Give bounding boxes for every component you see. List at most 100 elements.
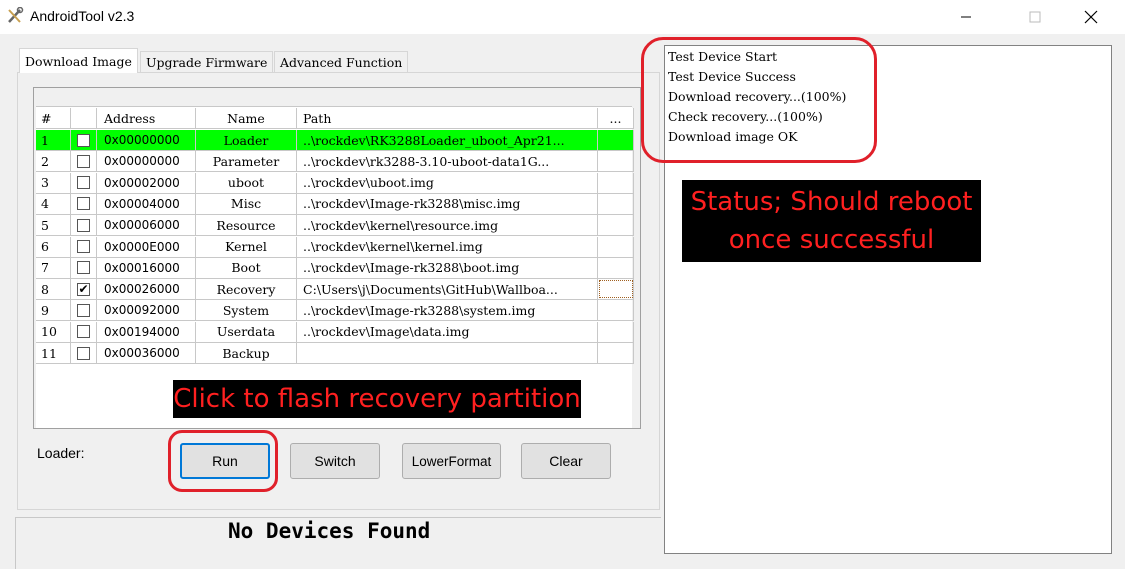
table-header: # Address Name Path ...: [36, 108, 634, 129]
table-row[interactable]: 2 0x00000000 Parameter ..\rockdev\rk3288-3.…: [36, 151, 634, 173]
row-number: 8: [36, 279, 71, 301]
table-row[interactable]: 4 0x00004000 Misc ..\rockdev\Image-rk3288\m…: [36, 193, 634, 215]
row-name: Recovery: [196, 279, 297, 301]
row-path[interactable]: ..\rockdev\kernel\resource.img: [297, 215, 598, 237]
table-row[interactable]: 6 0x0000E000 Kernel ..\rockdev\kernel\kerne…: [36, 236, 634, 258]
row-browse-cell[interactable]: [598, 343, 634, 364]
row-address: 0x00006000: [97, 215, 196, 237]
header-num: #: [36, 108, 71, 129]
header-path: Path: [297, 108, 598, 129]
row-name: Boot: [196, 257, 297, 279]
row-number: 3: [36, 172, 71, 194]
run-highlight-ring: [168, 430, 278, 492]
row-checkbox-cell[interactable]: [71, 257, 97, 279]
row-address: 0x0000E000: [97, 236, 196, 258]
row-browse-cell[interactable]: [598, 172, 634, 194]
row-address: 0x00000000: [97, 151, 196, 173]
switch-button[interactable]: Switch: [290, 443, 380, 479]
row-path[interactable]: ..\rockdev\rk3288-3.10-uboot-data1G...: [297, 151, 598, 173]
row-checkbox[interactable]: [77, 197, 90, 211]
table-row[interactable]: 10 0x00194000 Userdata ..\rockdev\Image\dat…: [36, 321, 634, 343]
row-address: 0x00194000: [97, 321, 196, 343]
row-name: Loader: [196, 130, 297, 151]
row-checkbox-cell[interactable]: ✔: [71, 279, 97, 301]
row-checkbox-cell[interactable]: [71, 151, 97, 173]
clear-button[interactable]: Clear: [521, 443, 611, 479]
row-checkbox-cell[interactable]: [71, 300, 97, 322]
row-checkbox[interactable]: [77, 133, 90, 147]
row-name: Misc: [196, 193, 297, 215]
row-checkbox[interactable]: [77, 261, 90, 275]
row-checkbox[interactable]: [77, 176, 90, 190]
row-checkbox-cell[interactable]: [71, 343, 97, 364]
row-path[interactable]: ..\rockdev\Image\data.img: [297, 321, 598, 343]
row-browse-cell[interactable]: [598, 193, 634, 215]
annotation-flash-hint: Click to flash recovery partition: [173, 380, 581, 418]
table-row[interactable]: 8 ✔ 0x00026000 Recovery C:\Users\j\Documents…: [36, 279, 634, 301]
lowerformat-button[interactable]: LowerFormat: [402, 443, 501, 479]
row-checkbox[interactable]: [77, 303, 90, 317]
row-browse-cell[interactable]: [598, 279, 634, 301]
header-check: [71, 108, 97, 129]
row-name: Userdata: [196, 321, 297, 343]
tools-icon: [6, 6, 24, 25]
tab-upgrade-firmware[interactable]: Upgrade Firmware: [140, 51, 274, 72]
row-address: 0x00026000: [97, 279, 196, 301]
row-path[interactable]: ..\rockdev\Image-rk3288\system.img: [297, 300, 598, 322]
annotation-status-line1: Status; Should reboot: [690, 187, 973, 217]
row-name: Parameter: [196, 151, 297, 173]
row-checkbox[interactable]: [77, 154, 90, 168]
row-number: 7: [36, 257, 71, 279]
table-row[interactable]: 5 0x00006000 Resource ..\rockdev\kernel\res…: [36, 215, 634, 237]
row-checkbox-cell[interactable]: [71, 172, 97, 194]
row-number: 5: [36, 215, 71, 237]
row-name: Resource: [196, 215, 297, 237]
row-path[interactable]: ..\rockdev\Image-rk3288\misc.img: [297, 193, 598, 215]
maximize-icon[interactable]: [1012, 0, 1058, 34]
row-number: 6: [36, 236, 71, 258]
row-checkbox[interactable]: [77, 346, 90, 360]
table-row[interactable]: 9 0x00092000 System ..\rockdev\Image-rk3288…: [36, 300, 634, 322]
row-path[interactable]: ..\rockdev\Image-rk3288\boot.img: [297, 257, 598, 279]
table-row[interactable]: 1 0x00000000 Loader ..\rockdev\RK3288Loader…: [36, 130, 634, 151]
table-row[interactable]: 3 0x00002000 uboot ..\rockdev\uboot.img: [36, 172, 634, 194]
row-checkbox-cell[interactable]: [71, 130, 97, 151]
row-number: 2: [36, 151, 71, 173]
browse-focus-box[interactable]: [598, 280, 633, 299]
row-browse-cell[interactable]: [598, 151, 634, 173]
row-browse-cell[interactable]: [598, 236, 634, 258]
row-browse-cell[interactable]: [598, 130, 634, 151]
row-browse-cell[interactable]: [598, 321, 634, 343]
close-icon[interactable]: [1068, 0, 1114, 34]
row-path[interactable]: ..\rockdev\uboot.img: [297, 172, 598, 194]
row-checkbox-cell[interactable]: [71, 236, 97, 258]
row-name: uboot: [196, 172, 297, 194]
row-checkbox-cell[interactable]: [71, 193, 97, 215]
row-checkbox[interactable]: ✔: [77, 282, 90, 296]
window-title: AndroidTool v2.3: [30, 8, 135, 24]
row-number: 9: [36, 300, 71, 322]
header-address: Address: [97, 108, 196, 129]
row-browse-cell[interactable]: [598, 215, 634, 237]
row-browse-cell[interactable]: [598, 300, 634, 322]
tab-advanced-function[interactable]: Advanced Function: [274, 51, 409, 72]
row-checkbox[interactable]: [77, 240, 90, 253]
table-row[interactable]: 11 0x00036000 Backup: [36, 343, 634, 364]
row-browse-cell[interactable]: [598, 257, 634, 279]
header-extra: ...: [598, 108, 634, 129]
row-checkbox[interactable]: [77, 325, 90, 339]
row-path[interactable]: ..\rockdev\kernel\kernel.img: [297, 236, 598, 258]
row-path[interactable]: [297, 343, 598, 364]
row-checkbox-cell[interactable]: [71, 321, 97, 343]
tab-download-image[interactable]: Download Image: [19, 48, 138, 73]
row-address: 0x00016000: [97, 257, 196, 279]
row-path[interactable]: C:\Users\j\Documents\GitHub\Wallboa...: [297, 279, 598, 301]
row-checkbox-cell[interactable]: [71, 215, 97, 237]
row-number: 10: [36, 321, 71, 343]
minimize-icon[interactable]: [943, 0, 989, 34]
row-path[interactable]: ..\rockdev\RK3288Loader_uboot_Apr21...: [297, 130, 598, 151]
table-row[interactable]: 7 0x00016000 Boot ..\rockdev\Image-rk3288\b…: [36, 257, 634, 279]
row-address: 0x00002000: [97, 172, 196, 194]
row-number: 4: [36, 193, 71, 215]
row-checkbox[interactable]: [77, 218, 90, 232]
